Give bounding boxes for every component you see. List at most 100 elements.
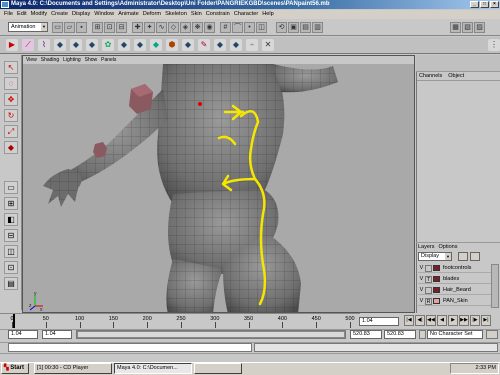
cluster-icon[interactable]: ◆: [54, 39, 66, 51]
layer-color-swatch[interactable]: [433, 276, 440, 282]
layer-color-swatch[interactable]: [433, 287, 440, 293]
viewport-menu-view[interactable]: View: [26, 56, 37, 64]
save-scene-icon[interactable]: ▪: [76, 22, 87, 33]
go-to-start-icon[interactable]: |◀: [404, 315, 414, 326]
playback-end-field[interactable]: 520.83: [350, 330, 382, 339]
minimize-button[interactable]: _: [470, 1, 479, 8]
insert-joint-icon[interactable]: ✕: [262, 39, 274, 51]
menu-file[interactable]: File: [4, 10, 13, 19]
four-view-layout-icon[interactable]: ⊞: [4, 197, 18, 210]
playback-start-field[interactable]: 1.04: [42, 330, 72, 339]
render-icon[interactable]: ▣: [288, 22, 299, 33]
ik-handle-icon[interactable]: ⟋: [22, 39, 34, 51]
layer-row[interactable]: V footcontrols: [418, 264, 498, 273]
layers-menu[interactable]: Layers: [418, 243, 435, 251]
step-forward-key-icon[interactable]: ▶▶: [459, 315, 469, 326]
menu-skin[interactable]: Skin: [191, 10, 202, 19]
step-back-key-icon[interactable]: ◀◀: [426, 315, 436, 326]
menu-deform[interactable]: Deform: [143, 10, 161, 19]
mode-selector[interactable]: Animation ▼: [8, 22, 48, 32]
command-input[interactable]: [8, 343, 252, 352]
toggle-tool-settings-icon[interactable]: ▨: [474, 22, 485, 33]
perspective-viewport[interactable]: View Shading Lighting Show Panels z x y: [22, 55, 415, 313]
layer-row[interactable]: V Hair_Beard: [418, 286, 498, 295]
menu-edit[interactable]: Edit: [17, 10, 27, 19]
layer-visibility-toggle[interactable]: V: [418, 275, 425, 284]
layer-display-select[interactable]: Display ▼: [418, 252, 452, 261]
select-tool-icon[interactable]: ↖: [4, 61, 18, 74]
new-layer-selected-button[interactable]: [470, 252, 480, 261]
layer-type-toggle[interactable]: R: [425, 297, 432, 305]
layer-row[interactable]: V R PAN_Skin: [418, 297, 498, 306]
mask-dynamics-icon[interactable]: ❋: [192, 22, 203, 33]
play-forwards-icon[interactable]: ▶: [448, 315, 458, 326]
layer-visibility-toggle[interactable]: V: [418, 286, 425, 295]
current-time-field[interactable]: 1.04: [359, 317, 399, 326]
mask-curves-icon[interactable]: ∿: [156, 22, 167, 33]
joint-tool-icon[interactable]: ◆: [214, 39, 226, 51]
viewport-canvas[interactable]: z x y: [23, 64, 415, 313]
persp-outliner-layout-icon[interactable]: ◧: [4, 213, 18, 226]
range-slider-thumb[interactable]: [77, 331, 345, 338]
layers-scrollbar[interactable]: [491, 264, 499, 308]
menu-modify[interactable]: Modify: [31, 10, 47, 19]
tab-channels[interactable]: Channels: [419, 72, 442, 80]
orient-joint-icon[interactable]: ◆: [230, 39, 242, 51]
snap-grid-icon[interactable]: #: [220, 22, 231, 33]
scale-tool-icon[interactable]: ⤢: [4, 125, 18, 138]
control-cube[interactable]: [129, 84, 153, 114]
persp-trax-layout-icon[interactable]: ⊡: [4, 261, 18, 274]
mask-handles-icon[interactable]: ✚: [132, 22, 143, 33]
animation-end-field[interactable]: 520.83: [384, 330, 416, 339]
move-tool-icon[interactable]: ✥: [4, 93, 18, 106]
layer-color-swatch[interactable]: [433, 265, 440, 271]
layer-type-toggle[interactable]: T: [425, 275, 432, 283]
persp-graph-layout-icon[interactable]: ⊟: [4, 229, 18, 242]
toggle-attribute-editor-icon[interactable]: ▧: [462, 22, 473, 33]
select-hierarchy-icon[interactable]: ⊞: [92, 22, 103, 33]
lattice-icon[interactable]: ◆: [70, 39, 82, 51]
character-set-icon[interactable]: [419, 330, 426, 339]
menu-skeleton[interactable]: Skeleton: [165, 10, 187, 19]
new-layer-button[interactable]: [458, 252, 468, 261]
select-component-icon[interactable]: ⊟: [116, 22, 127, 33]
step-back-icon[interactable]: ◀|: [415, 315, 425, 326]
mask-joints-icon[interactable]: ✦: [144, 22, 155, 33]
layers-options-menu[interactable]: Options: [439, 243, 458, 251]
taskbar-item-cd-player[interactable]: [1] 00:30 - CD Player: [34, 363, 112, 374]
wire-icon[interactable]: ✿: [102, 39, 114, 51]
snap-curve-icon[interactable]: ⌒: [232, 22, 243, 33]
ipr-render-icon[interactable]: ▤: [300, 22, 311, 33]
play-backwards-icon[interactable]: ◀: [437, 315, 447, 326]
taskbar-item-maya[interactable]: Maya 4.0: C:\Documen...: [114, 363, 192, 374]
maximize-button[interactable]: □: [480, 1, 489, 8]
menu-help[interactable]: Help: [262, 10, 274, 19]
nonlinear-icon[interactable]: ◆: [150, 39, 162, 51]
menu-character[interactable]: Character: [234, 10, 259, 19]
mask-deformers-icon[interactable]: ◈: [180, 22, 191, 33]
animation-start-field[interactable]: 1.04: [8, 330, 38, 339]
character-mesh[interactable]: [43, 64, 338, 313]
menu-constrain[interactable]: Constrain: [206, 10, 230, 19]
mask-rendering-icon[interactable]: ◉: [204, 22, 215, 33]
menu-window[interactable]: Window: [94, 10, 114, 19]
menu-animate[interactable]: Animate: [118, 10, 139, 19]
locator-point[interactable]: [198, 102, 202, 106]
mirror-joint-icon[interactable]: ⌁: [246, 39, 258, 51]
toggle-channelbox-icon[interactable]: ▦: [450, 22, 461, 33]
outliner-layout-icon[interactable]: ▤: [4, 277, 18, 290]
layer-type-toggle[interactable]: [425, 264, 432, 272]
rotate-tool-icon[interactable]: ↻: [4, 109, 18, 122]
paint-weights-icon[interactable]: ✎: [198, 39, 210, 51]
hypershade-layout-icon[interactable]: ◫: [4, 245, 18, 258]
layer-row[interactable]: V T blades: [418, 275, 498, 284]
blend-shape-icon[interactable]: ◆: [134, 39, 146, 51]
go-to-end-icon[interactable]: ▶|: [481, 315, 491, 326]
ik-spline-icon[interactable]: ⌇: [38, 39, 50, 51]
close-button[interactable]: ×: [490, 1, 499, 8]
taskbar-item-empty[interactable]: [194, 363, 242, 374]
layer-visibility-toggle[interactable]: V: [418, 297, 425, 306]
start-button[interactable]: ▚ Start: [1, 363, 29, 374]
menu-create[interactable]: Create: [51, 10, 68, 19]
single-perspective-layout-icon[interactable]: ▭: [4, 181, 18, 194]
